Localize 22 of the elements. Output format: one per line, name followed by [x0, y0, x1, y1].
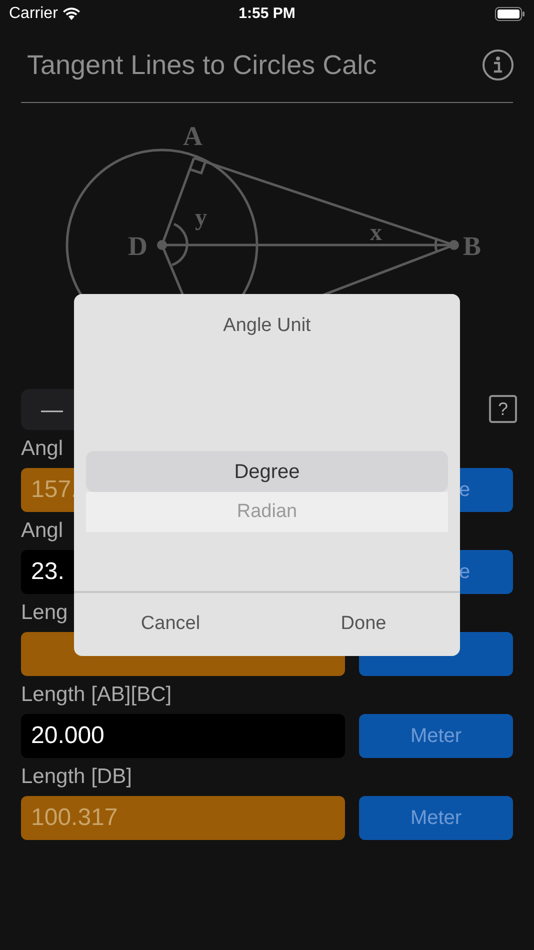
dialog-button[interactable]: Done — [267, 593, 460, 656]
field-label: Length [AB][BC] — [21, 682, 172, 708]
point-label: A — [183, 121, 202, 151]
dialog-title: Angle Unit — [223, 314, 311, 338]
dialog-button[interactable]: Cancel — [74, 593, 267, 656]
app-title: Tangent Lines to Circles Calc — [27, 48, 377, 82]
field-label: Leng — [21, 600, 68, 626]
wifi-icon — [62, 7, 81, 21]
picker-option[interactable]: Degree — [86, 451, 448, 492]
field-label: Angl — [21, 436, 64, 462]
field-label: Length [DB] — [21, 764, 132, 790]
input-field[interactable]: 20.000 — [21, 714, 345, 758]
battery-icon — [495, 7, 525, 21]
point-label: y — [195, 205, 207, 231]
point-label: B — [463, 231, 482, 261]
point-label: D — [128, 231, 148, 261]
help-button[interactable]: ? — [489, 395, 517, 423]
status-time: 1:55 PM — [238, 4, 296, 24]
carrier-label: Carrier — [9, 4, 58, 24]
point-label: x — [370, 220, 382, 246]
info-icon[interactable] — [482, 49, 514, 81]
field-label: Angl — [21, 518, 64, 544]
